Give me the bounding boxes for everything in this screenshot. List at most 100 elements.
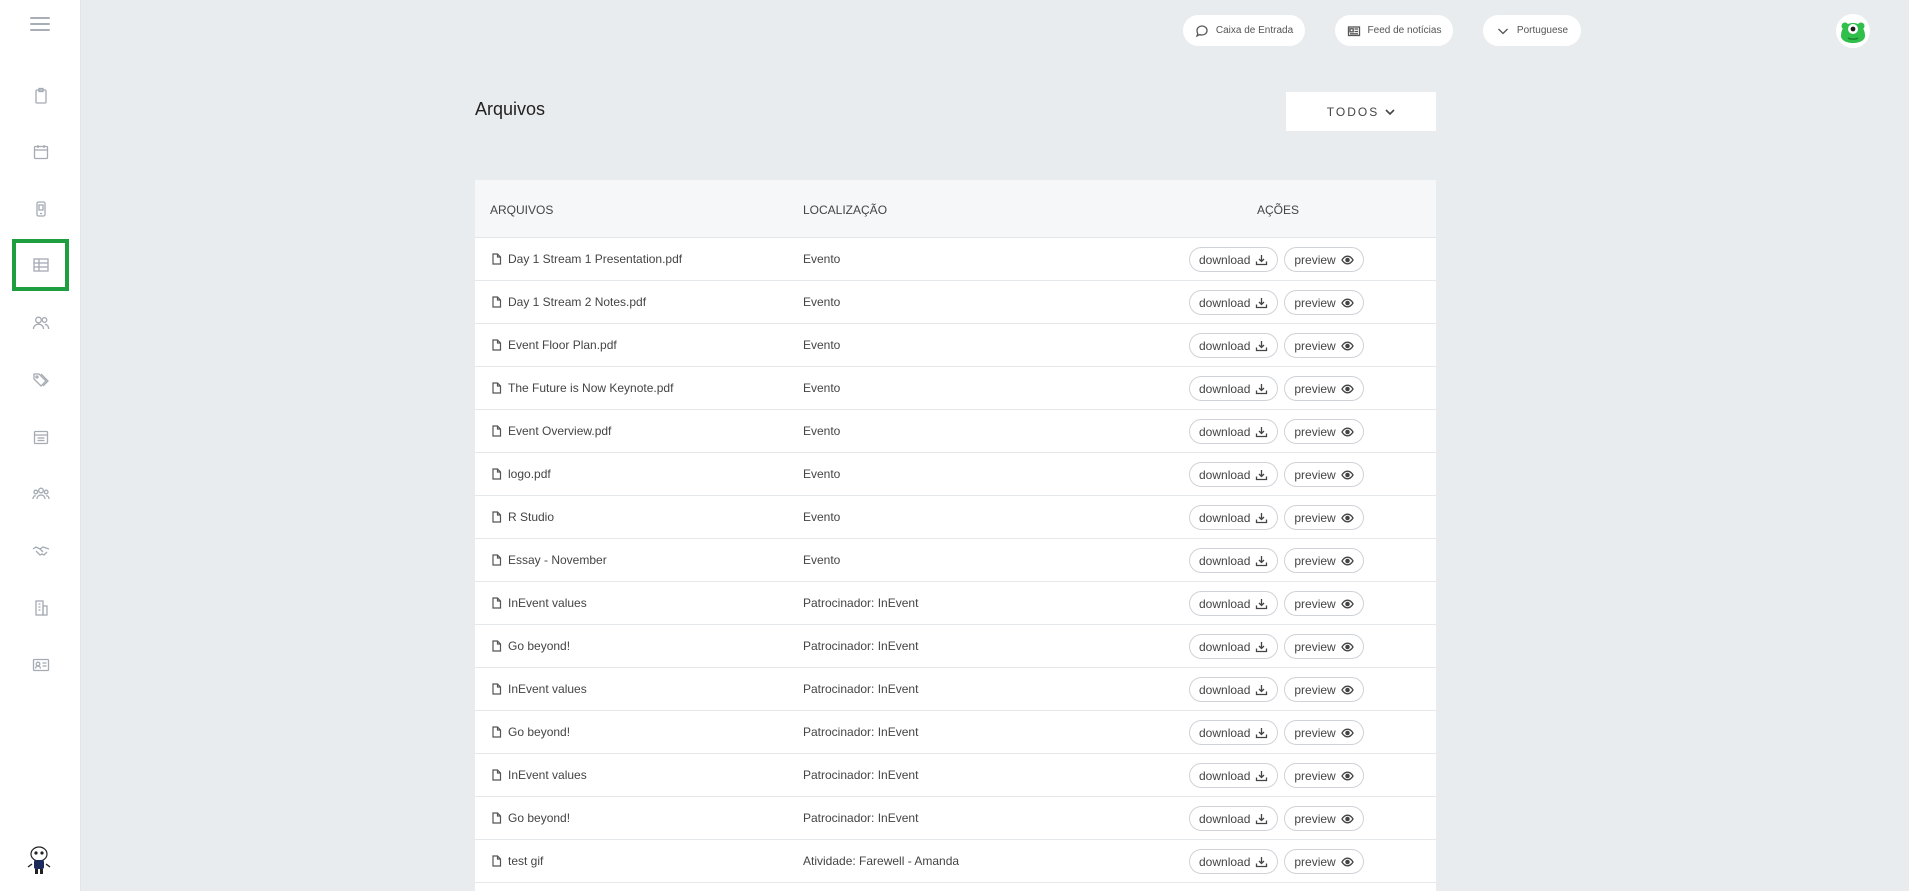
file-location: Evento — [803, 510, 841, 524]
preview-button[interactable]: preview — [1284, 763, 1364, 788]
download-button[interactable]: download — [1189, 419, 1279, 444]
table-row: Go beyond! Patrocinador: InEvent downloa… — [475, 797, 1436, 840]
download-icon — [1256, 512, 1268, 523]
file-name-cell[interactable]: Go beyond! — [491, 639, 570, 653]
language-selector[interactable]: Portuguese — [1483, 15, 1581, 46]
file-location: Patrocinador: InEvent — [803, 811, 919, 825]
download-icon — [1256, 727, 1268, 738]
preview-button[interactable]: preview — [1284, 247, 1364, 272]
download-button[interactable]: download — [1189, 548, 1279, 573]
filter-dropdown[interactable]: TODOS — [1286, 92, 1436, 131]
sidebar-item-agenda[interactable] — [12, 411, 69, 463]
preview-button[interactable]: preview — [1284, 720, 1364, 745]
download-label: download — [1199, 768, 1251, 783]
download-button[interactable]: download — [1189, 505, 1279, 530]
user-avatar[interactable] — [1836, 14, 1870, 48]
download-icon — [1256, 469, 1268, 480]
download-button[interactable]: download — [1189, 376, 1279, 401]
preview-button[interactable]: preview — [1284, 634, 1364, 659]
download-label: download — [1199, 295, 1251, 310]
chevron-down-icon — [1385, 108, 1395, 115]
sidebar-item-calendar[interactable] — [12, 126, 69, 178]
download-icon — [1256, 340, 1268, 351]
chevron-down-icon — [1497, 28, 1508, 34]
file-name-cell[interactable]: logo.pdf — [491, 467, 551, 481]
file-name-cell[interactable]: Go beyond! — [491, 725, 570, 739]
download-button[interactable]: download — [1189, 634, 1279, 659]
download-icon — [1256, 641, 1268, 652]
file-name-cell[interactable]: Day 1 Stream 1 Presentation.pdf — [491, 252, 682, 266]
sidebar-item-handshake[interactable] — [12, 525, 69, 577]
table-row: logo.pdf Evento download preview — [475, 453, 1436, 496]
sidebar-item-groups[interactable] — [12, 468, 69, 520]
file-name-cell[interactable]: InEvent values — [491, 682, 587, 696]
row-actions: download preview — [1189, 634, 1364, 659]
preview-button[interactable]: preview — [1284, 419, 1364, 444]
preview-button[interactable]: preview — [1284, 677, 1364, 702]
file-name: Go beyond! — [508, 725, 571, 739]
file-location: Patrocinador: InEvent — [803, 768, 919, 782]
preview-label: preview — [1294, 252, 1336, 267]
download-button[interactable]: download — [1189, 806, 1279, 831]
preview-label: preview — [1294, 639, 1336, 654]
download-label: download — [1199, 252, 1251, 267]
preview-button[interactable]: preview — [1284, 290, 1364, 315]
eye-icon — [1340, 470, 1354, 479]
preview-label: preview — [1294, 854, 1336, 869]
sidebar-item-tags[interactable] — [12, 354, 69, 406]
row-actions: download preview — [1189, 849, 1364, 874]
row-actions: download preview — [1189, 376, 1364, 401]
file-name-cell[interactable]: R Studio — [491, 510, 554, 524]
download-button[interactable]: download — [1189, 462, 1279, 487]
file-name-cell[interactable]: Go beyond! — [491, 811, 570, 825]
sidebar — [0, 0, 81, 891]
download-button[interactable]: download — [1189, 247, 1279, 272]
download-button[interactable]: download — [1189, 720, 1279, 745]
file-name-cell[interactable]: Event Floor Plan.pdf — [491, 338, 617, 352]
file-name: Day 1 Stream 2 Notes.pdf — [508, 295, 647, 309]
sidebar-item-clipboard[interactable] — [12, 70, 69, 122]
sidebar-item-id-card[interactable] — [12, 639, 69, 691]
download-button[interactable]: download — [1189, 591, 1279, 616]
preview-button[interactable]: preview — [1284, 376, 1364, 401]
preview-button[interactable]: preview — [1284, 333, 1364, 358]
download-button[interactable]: download — [1189, 290, 1279, 315]
preview-label: preview — [1294, 510, 1336, 525]
preview-button[interactable]: preview — [1284, 505, 1364, 530]
news-feed-label: Feed de notícias — [1367, 25, 1442, 36]
file-icon — [492, 769, 502, 781]
file-name-cell[interactable]: Event Overview.pdf — [491, 424, 611, 438]
eye-icon — [1340, 857, 1354, 866]
handshake-icon — [32, 546, 49, 556]
hamburger-menu-icon[interactable] — [30, 17, 50, 33]
preview-button[interactable]: preview — [1284, 548, 1364, 573]
download-button[interactable]: download — [1189, 333, 1279, 358]
preview-button[interactable]: preview — [1284, 462, 1364, 487]
file-location: Evento — [803, 338, 841, 352]
download-button[interactable]: download — [1189, 677, 1279, 702]
download-button[interactable]: download — [1189, 763, 1279, 788]
file-name-cell[interactable]: Day 1 Stream 2 Notes.pdf — [491, 295, 646, 309]
preview-button[interactable]: preview — [1284, 849, 1364, 874]
sidebar-item-files[interactable] — [12, 239, 69, 291]
file-location: Patrocinador: InEvent — [803, 639, 919, 653]
inbox-button[interactable]: Caixa de Entrada — [1183, 15, 1305, 46]
download-icon — [1256, 254, 1268, 265]
table-row: Event Floor Plan.pdf Evento download pre… — [475, 324, 1436, 367]
preview-button[interactable]: preview — [1284, 806, 1364, 831]
preview-button[interactable]: preview — [1284, 591, 1364, 616]
file-name-cell[interactable]: InEvent values — [491, 596, 587, 610]
preview-label: preview — [1294, 811, 1336, 826]
file-name-cell[interactable]: test gif — [491, 854, 543, 868]
row-actions: download preview — [1189, 462, 1364, 487]
news-feed-button[interactable]: Feed de notícias — [1335, 15, 1453, 46]
file-name-cell[interactable]: InEvent values — [491, 768, 587, 782]
sidebar-item-building[interactable] — [12, 582, 69, 634]
download-button[interactable]: download — [1189, 849, 1279, 874]
file-name: InEvent values — [508, 596, 587, 610]
file-name-cell[interactable]: Essay - November — [491, 553, 607, 567]
sidebar-item-mobile[interactable] — [12, 183, 69, 235]
file-name-cell[interactable]: The Future is Now Keynote.pdf — [491, 381, 673, 395]
preview-label: preview — [1294, 381, 1336, 396]
sidebar-item-users[interactable] — [12, 297, 69, 349]
